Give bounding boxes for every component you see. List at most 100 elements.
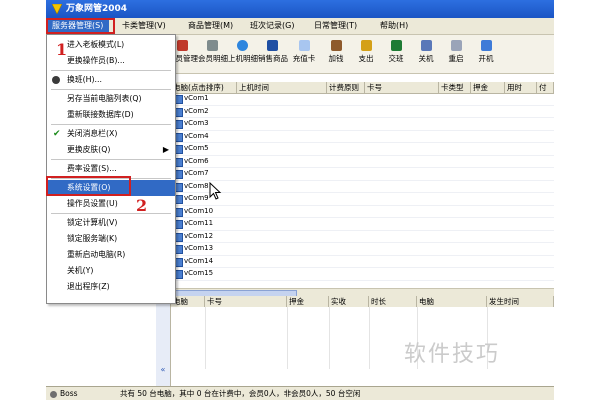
log-grid-divider bbox=[329, 307, 330, 369]
table-row[interactable]: vCom13 bbox=[171, 243, 554, 256]
toolbar-expense-button[interactable]: 支出 bbox=[352, 38, 380, 70]
table-row[interactable]: vCom8 bbox=[171, 181, 554, 193]
log-col-computer-2[interactable]: 电脑 bbox=[417, 296, 487, 307]
log-grid-divider bbox=[369, 307, 370, 369]
menu-shift-records[interactable]: 班次记录(G) bbox=[244, 19, 300, 33]
menu-item-close-message-bar-label: 关闭消息栏(X) bbox=[67, 129, 118, 138]
computer-name: vCom9 bbox=[184, 194, 209, 202]
log-grid-divider bbox=[287, 307, 288, 369]
menu-item-reconnect-database[interactable]: 重新联接数据库(D) bbox=[47, 107, 175, 123]
menu-item-change-skin-label: 更换皮肤(Q) bbox=[67, 145, 111, 154]
toolbar-add-money-label: 加钱 bbox=[328, 54, 344, 63]
menu-item-operator-settings[interactable]: 操作员设置(U) bbox=[47, 196, 175, 212]
table-row[interactable]: vCom11 bbox=[171, 218, 554, 231]
menu-item-save-computer-list[interactable]: 另存当前电脑列表(Q) bbox=[47, 91, 175, 107]
server-management-dropdown: 进入老板模式(L) 更换操作员(B)... 换班(H)... 另存当前电脑列表(… bbox=[46, 34, 176, 304]
menu-item-lock-server[interactable]: 锁定服务端(K) bbox=[47, 231, 175, 247]
menu-daily-management[interactable]: 日常管理(T) bbox=[308, 19, 363, 33]
log-col-computer[interactable]: 电脑 bbox=[171, 296, 205, 307]
computer-name: vCom11 bbox=[184, 219, 214, 227]
toolbar-shift-change-button[interactable]: 交班 bbox=[382, 38, 410, 70]
col-deposit[interactable]: 押金 bbox=[471, 82, 505, 93]
menu-item-shift[interactable]: 换班(H)... bbox=[47, 72, 175, 88]
table-row[interactable]: vCom14 bbox=[171, 256, 554, 268]
computer-name: vCom15 bbox=[184, 269, 214, 277]
table-row[interactable]: vCom12 bbox=[171, 231, 554, 243]
col-elapsed[interactable]: 用时 bbox=[505, 82, 537, 93]
toolbar-shutdown-button[interactable]: 关机 bbox=[412, 38, 440, 70]
table-row[interactable]: vCom9 bbox=[171, 193, 554, 206]
computer-name: vCom7 bbox=[184, 169, 209, 177]
window-title: 万象网管2004 bbox=[66, 4, 128, 14]
menu-item-change-skin[interactable]: 更换皮肤(Q) ▶ bbox=[47, 142, 175, 158]
sell-goods-icon bbox=[266, 40, 278, 51]
menu-card-management[interactable]: 卡类管理(V) bbox=[116, 19, 172, 33]
title-bar: 万象网管2004 bbox=[46, 0, 554, 18]
table-row[interactable]: vCom1 bbox=[171, 93, 554, 106]
computer-name: vCom1 bbox=[184, 94, 209, 102]
log-col-deposit[interactable]: 押金 bbox=[287, 296, 329, 307]
toolbar-sell-goods-button[interactable]: 销售商品 bbox=[258, 38, 288, 70]
power-on-icon bbox=[480, 40, 492, 51]
toolbar-recharge-card-label: 充值卡 bbox=[292, 54, 316, 63]
table-row[interactable]: vCom10 bbox=[171, 206, 554, 218]
log-col-received[interactable]: 实收 bbox=[329, 296, 369, 307]
menu-item-restart-computer[interactable]: 重新启动电脑(R) bbox=[47, 247, 175, 263]
menu-goods-management[interactable]: 商品管理(M) bbox=[182, 19, 239, 33]
col-pay[interactable]: 付 bbox=[537, 82, 554, 93]
toolbar-member-detail-button[interactable]: 会员明细 bbox=[198, 38, 228, 70]
table-row[interactable]: vCom2 bbox=[171, 106, 554, 118]
submenu-arrow-icon: ▶ bbox=[162, 145, 169, 154]
col-card-type[interactable]: 卡类型 bbox=[439, 82, 471, 93]
computer-name: vCom4 bbox=[184, 131, 209, 140]
col-billing-rule[interactable]: 计费原则 bbox=[327, 82, 365, 93]
computer-name: vCom13 bbox=[184, 244, 214, 252]
menu-item-rate-settings[interactable]: 费率设置(S)... bbox=[47, 161, 175, 177]
computer-name: vCom10 bbox=[184, 206, 214, 215]
toolbar-add-money-button[interactable]: 加钱 bbox=[322, 38, 350, 70]
col-start-time[interactable]: 上机时间 bbox=[237, 82, 327, 93]
col-card-number[interactable]: 卡号 bbox=[365, 82, 439, 93]
menu-help[interactable]: 帮助(H) bbox=[374, 19, 414, 33]
menu-item-shutdown[interactable]: 关机(Y) bbox=[47, 263, 175, 279]
toolbar-power-on-button[interactable]: 开机 bbox=[472, 38, 500, 70]
toolbar-restart-button[interactable]: 重启 bbox=[442, 38, 470, 70]
menu-bar: 服务器管理(S) 卡类管理(V) 商品管理(M) 班次记录(G) 日常管理(T)… bbox=[46, 18, 554, 35]
menu-item-close-message-bar[interactable]: ✔ 关闭消息栏(X) bbox=[47, 126, 175, 142]
log-col-card-number[interactable]: 卡号 bbox=[205, 296, 287, 307]
computer-name: vCom12 bbox=[184, 231, 214, 240]
table-row[interactable]: vCom3 bbox=[171, 118, 554, 131]
toolbar-session-detail-button[interactable]: 上机明细 bbox=[228, 38, 258, 70]
log-col-time[interactable]: 发生时间 bbox=[487, 296, 554, 307]
col-computer[interactable]: 电脑(点击排序) bbox=[171, 82, 237, 93]
log-grid-divider bbox=[205, 307, 206, 369]
computer-grid: 电脑(点击排序) 上机时间 计费原则 卡号 卡类型 押金 用时 付 vCom1 … bbox=[171, 82, 554, 288]
screenshot-stage: 万象网管2004 服务器管理(S) 卡类管理(V) 商品管理(M) 班次记录(G… bbox=[0, 0, 600, 400]
menu-separator bbox=[51, 124, 171, 125]
table-row[interactable]: vCom6 bbox=[171, 156, 554, 168]
status-message: 共有 50 台电脑，其中 0 台在计费中，会员0人，非会员0人，50 台空闲 bbox=[120, 389, 361, 398]
collapse-chevron-icon[interactable]: « bbox=[156, 365, 170, 375]
watermark: 软件技巧 bbox=[404, 342, 501, 367]
add-money-icon bbox=[330, 40, 342, 51]
table-row[interactable]: vCom7 bbox=[171, 168, 554, 181]
menu-separator bbox=[51, 213, 171, 214]
computer-name: vCom2 bbox=[184, 106, 209, 115]
session-detail-icon bbox=[236, 40, 248, 51]
computer-name: vCom6 bbox=[184, 156, 209, 165]
member-detail-icon bbox=[206, 40, 218, 51]
log-col-duration[interactable]: 时长 bbox=[369, 296, 417, 307]
toolbar-recharge-card-button[interactable]: 充值卡 bbox=[290, 38, 318, 70]
menu-item-lock-computer[interactable]: 锁定计算机(V) bbox=[47, 215, 175, 231]
annotation-marker-1: 1 bbox=[56, 40, 68, 59]
table-row[interactable]: vCom15 bbox=[171, 268, 554, 281]
user-icon bbox=[52, 76, 60, 84]
table-row[interactable]: vCom5 bbox=[171, 143, 554, 156]
menu-item-exit[interactable]: 退出程序(Z) bbox=[47, 279, 175, 295]
annotation-highlight-menu bbox=[46, 18, 115, 34]
computer-grid-rows: vCom1 vCom2 vCom3 vCom4 vCom5 vCom6 vCom… bbox=[171, 93, 554, 281]
menu-separator bbox=[51, 89, 171, 90]
toolbar-expense-label: 支出 bbox=[358, 54, 374, 63]
toolbar-restart-label: 重启 bbox=[448, 54, 464, 63]
table-row[interactable]: vCom4 bbox=[171, 131, 554, 143]
